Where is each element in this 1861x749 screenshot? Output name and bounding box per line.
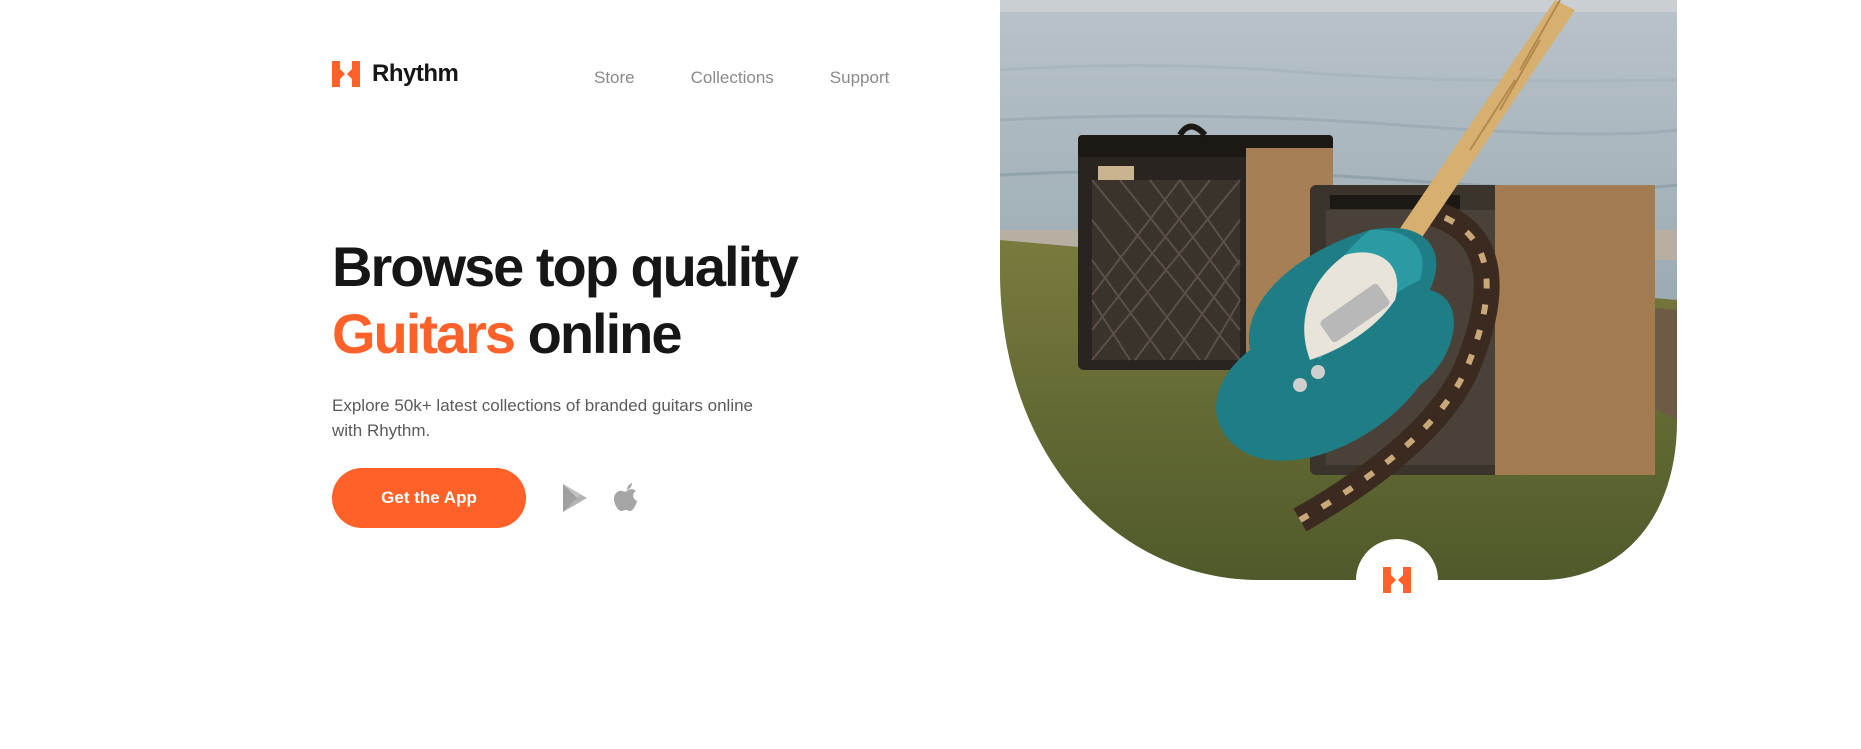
hero-description: Explore 50k+ latest collections of brand…	[332, 396, 754, 440]
logo-badge	[1356, 539, 1438, 621]
hero-section: Browse top quality Guitars online Explor…	[332, 233, 892, 443]
hero-photo	[1000, 0, 1677, 580]
brand-name: Rhythm	[372, 60, 459, 87]
headline-rest: online	[527, 302, 683, 365]
hero-headline: Browse top quality Guitars online	[332, 233, 892, 367]
nav-store[interactable]: Store	[594, 68, 635, 88]
google-play-icon[interactable]	[560, 482, 590, 514]
guitar-amplifier-photo	[1000, 0, 1677, 580]
nav-support[interactable]: Support	[830, 68, 890, 88]
get-the-app-button[interactable]: Get the App	[332, 468, 526, 528]
rhythm-logo-icon	[1383, 567, 1411, 593]
cta-row: Get the App	[332, 468, 642, 528]
brand-logo[interactable]: Rhythm	[332, 60, 459, 88]
headline-accent: Guitars	[332, 302, 516, 365]
nav-collections[interactable]: Collections	[691, 68, 774, 88]
headline-line-1: Browse top quality	[332, 235, 799, 298]
rhythm-logo-icon	[332, 61, 360, 87]
site-header: Rhythm Store Collections Support	[332, 60, 912, 96]
main-nav: Store Collections Support	[594, 68, 889, 88]
apple-icon[interactable]	[612, 482, 642, 514]
